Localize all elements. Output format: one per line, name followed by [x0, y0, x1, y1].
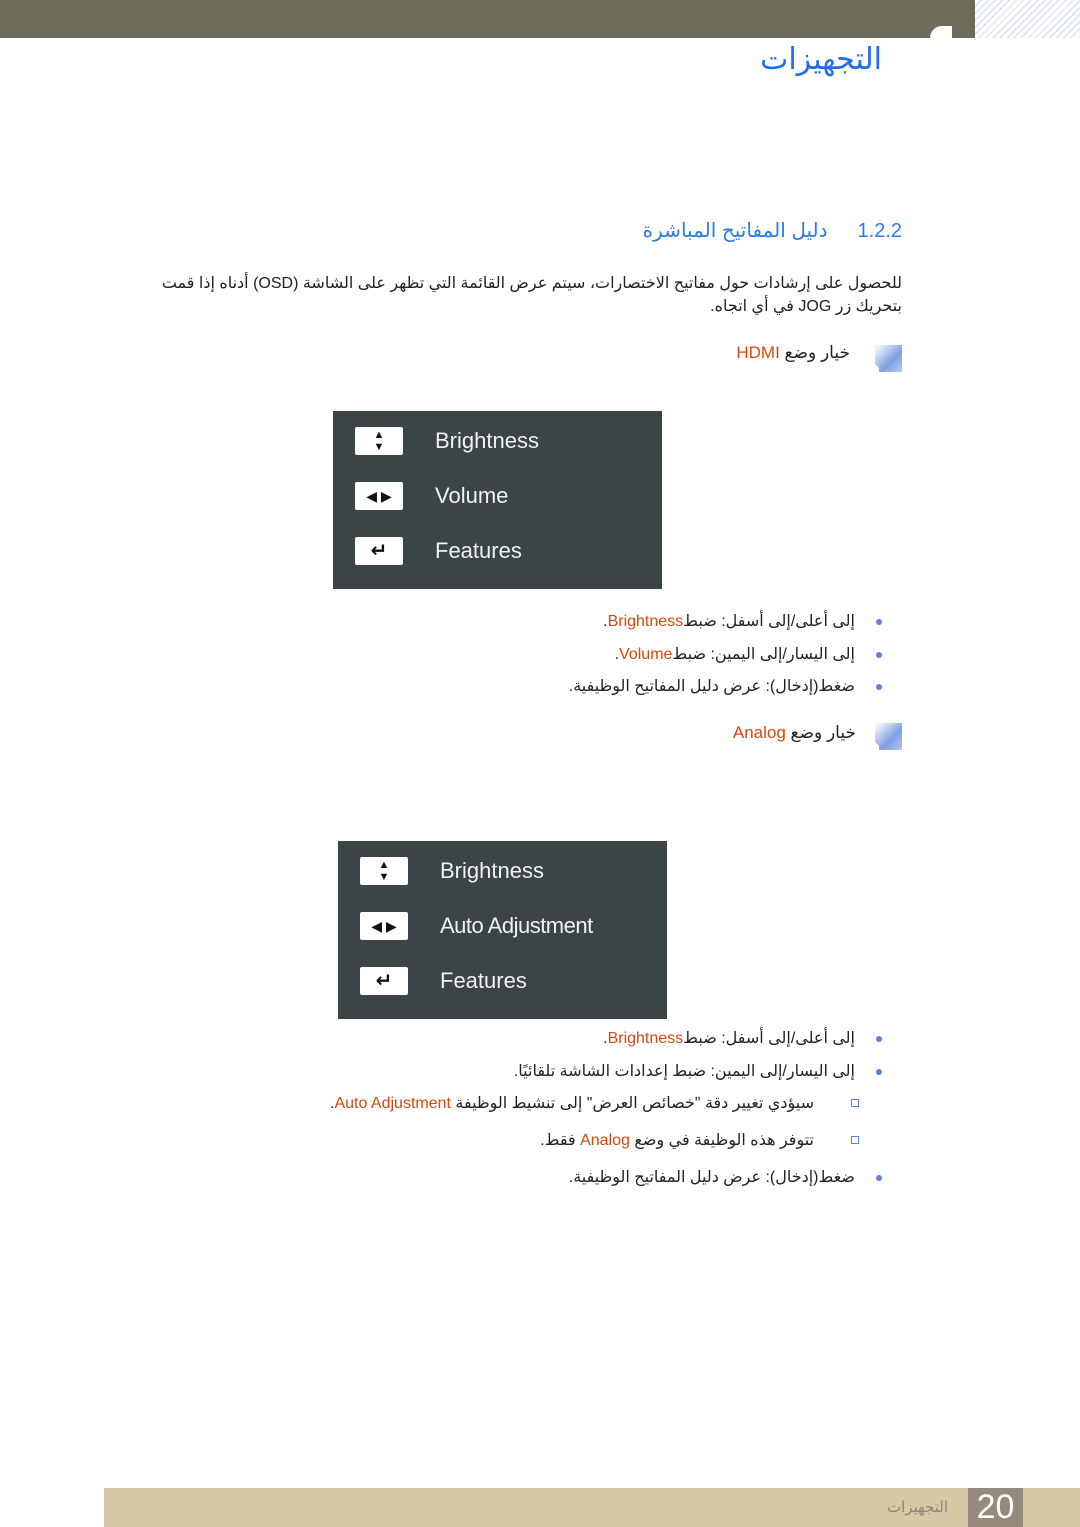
footer-chapter: التجهيزات [887, 1499, 948, 1516]
page-number: 20 [968, 1488, 1023, 1527]
intro-paragraph: للحصول على إرشادات حول مفاتيح الاختصارات… [161, 275, 902, 315]
osd-row-brightness: ▲ ▼ Brightness [355, 427, 539, 455]
analog-bullets: إلى أعلى/إلى أسفل: ضبطBrightness. إلى ال… [330, 1028, 882, 1200]
section-number: 1.2.2 [857, 220, 902, 242]
enter-icon: ↵ [360, 967, 408, 995]
list-item: إلى اليسار/إلى اليمين: ضبط إعدادات الشاش… [330, 1061, 882, 1094]
up-down-arrows-icon: ▲ ▼ [355, 427, 403, 455]
osd-row-features: ↵ Features [355, 537, 522, 565]
list-item: إلى اليسار/إلى اليمين: ضبطVolume. [569, 644, 883, 677]
analog-mode-heading: خيار وضع Analog [732, 723, 856, 742]
left-right-arrows-icon: ◀ ▶ [360, 912, 408, 940]
hdmi-osd-menu: ▲ ▼ Brightness ◀ ▶ Volume ↵ Features [333, 411, 662, 589]
sub-list-item: سيؤدي تغيير دقة "خصائص العرض" إلى تنشيط … [330, 1093, 859, 1130]
hdmi-bullets: إلى أعلى/إلى أسفل: ضبطBrightness. إلى ال… [569, 611, 883, 709]
list-item: إلى أعلى/إلى أسفل: ضبطBrightness. [330, 1028, 882, 1061]
mode-note-icon [875, 345, 902, 372]
footer-bar: التجهيزات 20 [104, 1488, 1080, 1527]
header-bar [0, 0, 975, 38]
sub-list-item: تتوفر هذه الوظيفة في وضع Analog فقط. [330, 1130, 859, 1167]
list-item: ضغط(إدخال): عرض دليل المفاتيح الوظيفية. [569, 676, 883, 709]
osd-row-brightness: ▲ ▼ Brightness [360, 857, 544, 885]
header-hatch [975, 0, 1080, 38]
section-heading: 1.2.2 دليل المفاتيح المباشرة [643, 218, 902, 243]
osd-row-auto-adjustment: ◀ ▶ Auto Adjustment [360, 912, 593, 940]
left-right-arrows-icon: ◀ ▶ [355, 482, 403, 510]
section-title: دليل المفاتيح المباشرة [642, 220, 828, 242]
up-down-arrows-icon: ▲ ▼ [360, 857, 408, 885]
list-item: إلى أعلى/إلى أسفل: ضبطBrightness. [569, 611, 883, 644]
list-item: ضغط(إدخال): عرض دليل المفاتيح الوظيفية. [330, 1167, 882, 1200]
page-title: التجهيزات [760, 43, 882, 76]
hdmi-mode-heading: خيار وضع HDMI [736, 343, 850, 362]
osd-row-features: ↵ Features [360, 967, 527, 995]
osd-row-volume: ◀ ▶ Volume [355, 482, 508, 510]
enter-icon: ↵ [355, 537, 403, 565]
mode-note-icon [875, 723, 902, 750]
analog-osd-menu: ▲ ▼ Brightness ◀ ▶ Auto Adjustment ↵ Feature… [338, 841, 667, 1019]
